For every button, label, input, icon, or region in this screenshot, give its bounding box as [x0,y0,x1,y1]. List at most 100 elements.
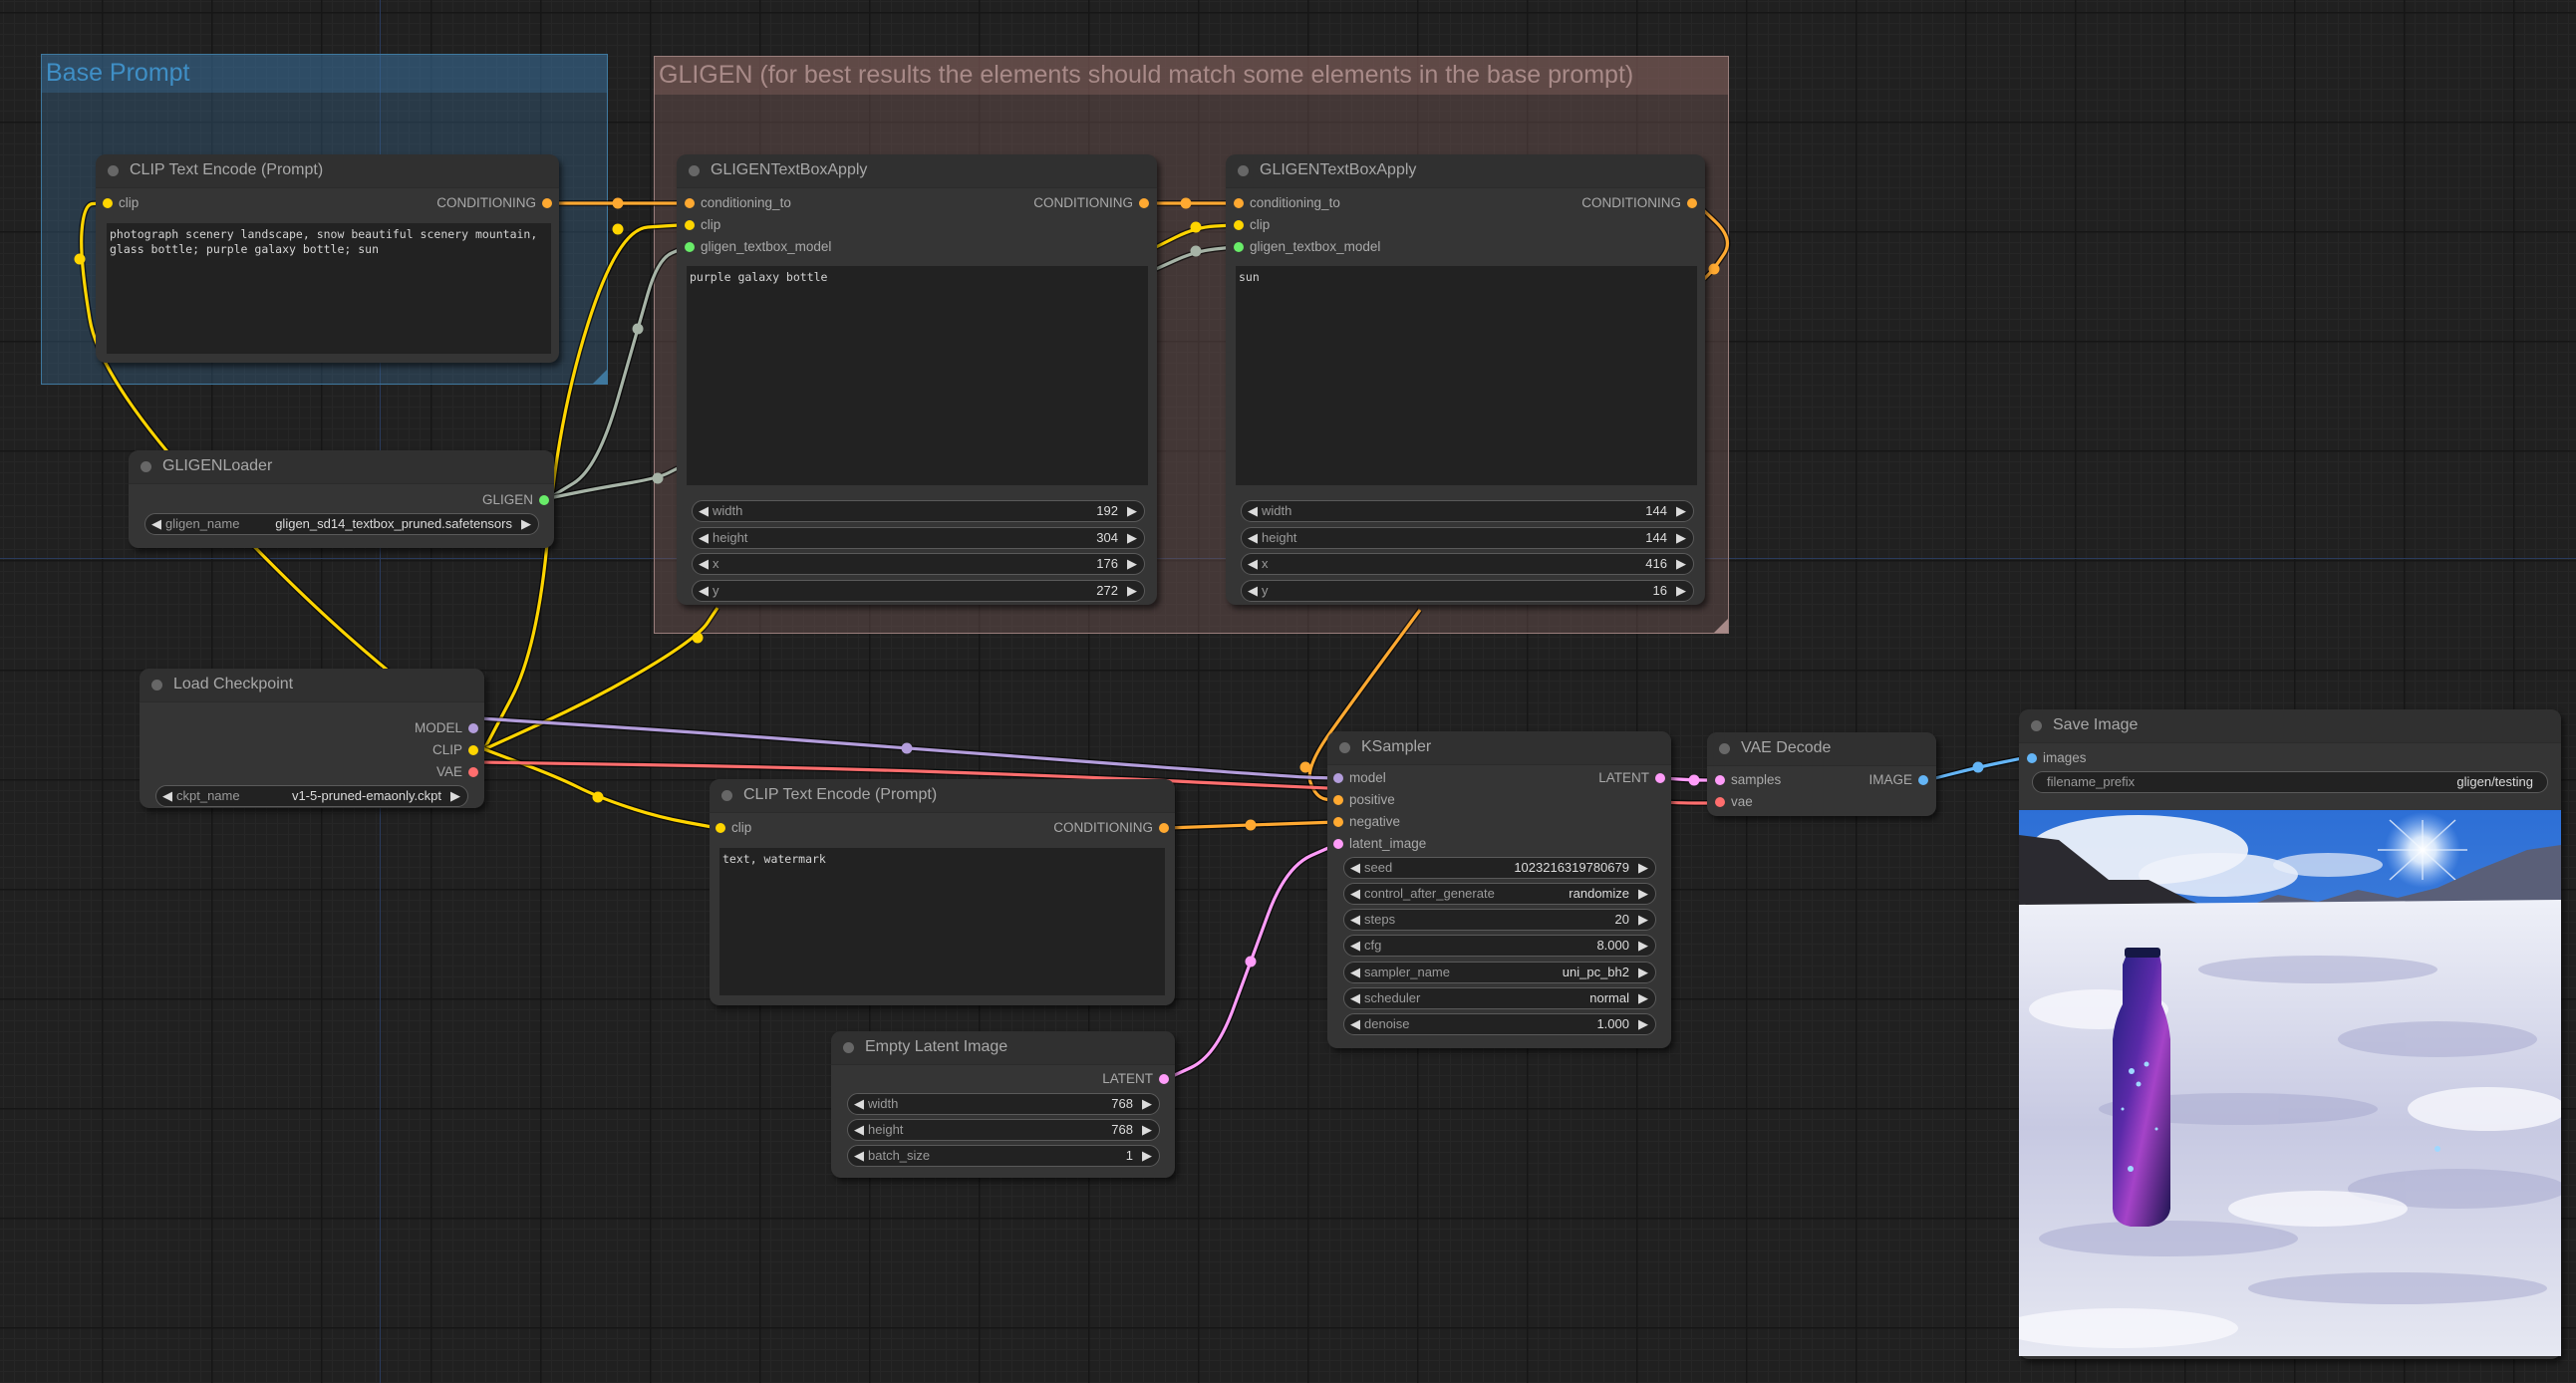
node-title-bar[interactable]: GLIGENTextBoxApply [1226,154,1705,188]
decrement-arrow-icon[interactable]: ◀ [162,786,172,805]
node-title-bar[interactable]: GLIGENLoader [129,450,554,484]
slot-dot[interactable] [1234,242,1244,252]
decrement-arrow-icon[interactable]: ◀ [1350,884,1360,903]
slot-dot[interactable] [1715,797,1725,807]
decrement-arrow-icon[interactable]: ◀ [854,1146,864,1165]
decrement-arrow-icon[interactable]: ◀ [1350,1014,1360,1033]
node-title-bar[interactable]: KSampler [1327,731,1671,765]
node-gligen-loader[interactable]: GLIGENLoader GLIGEN ◀ gligen_name gligen_s… [129,450,554,548]
increment-arrow-icon[interactable]: ▶ [1676,554,1686,573]
prompt-textarea[interactable]: photograph scenery landscape, snow beaut… [107,223,551,354]
increment-arrow-icon[interactable]: ▶ [1638,910,1648,929]
increment-arrow-icon[interactable]: ▶ [1638,963,1648,981]
increment-arrow-icon[interactable]: ▶ [450,786,460,805]
link-midpoint-handle[interactable] [592,791,604,803]
widget-width[interactable]: ◀ width 768 ▶ [847,1093,1160,1115]
collapse-toggle[interactable] [1238,165,1249,176]
link-midpoint-handle[interactable] [901,742,913,754]
increment-arrow-icon[interactable]: ▶ [1127,501,1137,520]
node-title-bar[interactable]: Save Image [2019,709,2561,743]
slot-dot[interactable] [468,745,478,755]
link-midpoint-handle[interactable] [632,323,644,335]
increment-arrow-icon[interactable]: ▶ [1638,936,1648,955]
slot-dot[interactable] [2027,753,2037,763]
slot-dot[interactable] [685,242,695,252]
node-clip-text-encode-negative[interactable]: CLIP Text Encode (Prompt) clip CONDITION… [710,779,1175,1005]
link-midpoint-handle[interactable] [692,632,704,644]
link-wire[interactable] [483,747,718,830]
widget-y[interactable]: ◀ y 16 ▶ [1241,580,1694,602]
collapse-toggle[interactable] [151,680,162,691]
slot-dot[interactable] [1234,198,1244,208]
slot-dot[interactable] [1655,773,1665,783]
link-midpoint-handle[interactable] [1245,819,1257,831]
link-wire[interactable] [1165,820,1338,830]
slot-dot[interactable] [1333,795,1343,805]
widget-steps[interactable]: ◀ steps 20 ▶ [1343,909,1656,931]
increment-arrow-icon[interactable]: ▶ [1638,884,1648,903]
widget-height[interactable]: ◀ height 144 ▶ [1241,527,1694,549]
slot-dot[interactable] [468,767,478,777]
link-condneg-to-ksampler[interactable] [1165,819,1338,831]
node-title-bar[interactable]: GLIGENTextBoxApply [677,154,1157,188]
slot-dot[interactable] [1918,775,1928,785]
widget-x[interactable]: ◀ x 416 ▶ [1241,553,1694,575]
node-title-bar[interactable]: CLIP Text Encode (Prompt) [710,779,1175,813]
link-clip-to-clip-neg[interactable] [482,746,718,831]
node-vae-decode[interactable]: VAE Decode samples vae IMAGE [1707,732,1936,816]
link-midpoint-handle[interactable] [612,223,624,235]
slot-dot[interactable] [1715,775,1725,785]
link-wire[interactable] [1926,755,2028,782]
collapse-toggle[interactable] [721,790,732,801]
decrement-arrow-icon[interactable]: ◀ [1350,910,1360,929]
increment-arrow-icon[interactable]: ▶ [1127,581,1137,600]
group-resize-handle[interactable] [593,370,607,384]
node-title-bar[interactable]: VAE Decode [1707,732,1936,766]
collapse-toggle[interactable] [141,461,151,472]
node-title-bar[interactable]: CLIP Text Encode (Prompt) [96,154,559,188]
decrement-arrow-icon[interactable]: ◀ [854,1094,864,1113]
node-ksampler[interactable]: KSampler model positive negative latent_… [1327,731,1671,1048]
increment-arrow-icon[interactable]: ▶ [1142,1146,1152,1165]
widget-gligen-name[interactable]: ◀ gligen_name gligen_sd14_textbox_pruned.s… [144,513,539,535]
decrement-arrow-icon[interactable]: ◀ [699,528,709,547]
group-title[interactable]: Base Prompt [42,55,607,93]
decrement-arrow-icon[interactable]: ◀ [1248,581,1258,600]
group-resize-handle[interactable] [1714,619,1728,633]
prompt-textarea[interactable]: text, watermark [719,848,1165,995]
widget-filename-prefix[interactable]: filename_prefix gligen/testing [2032,771,2548,793]
collapse-toggle[interactable] [843,1042,854,1053]
widget-width[interactable]: ◀ width 144 ▶ [1241,500,1694,522]
decrement-arrow-icon[interactable]: ◀ [699,581,709,600]
slot-dot[interactable] [539,495,549,505]
collapse-toggle[interactable] [1339,742,1350,753]
widget-height[interactable]: ◀ height 304 ▶ [692,527,1145,549]
widget-y[interactable]: ◀ y 272 ▶ [692,580,1145,602]
link-midpoint-handle[interactable] [1688,774,1700,786]
decrement-arrow-icon[interactable]: ◀ [151,514,161,533]
slot-dot[interactable] [1139,198,1149,208]
widget-ckpt-name[interactable]: ◀ ckpt_name v1-5-pruned-emaonly.ckpt ▶ [155,785,468,807]
widget-sampler-name[interactable]: ◀ sampler_name uni_pc_bh2 ▶ [1343,962,1656,983]
widget-batch-size[interactable]: ◀ batch_size 1 ▶ [847,1145,1160,1167]
increment-arrow-icon[interactable]: ▶ [1142,1094,1152,1113]
group-title[interactable]: GLIGEN (for best results the elements sh… [655,57,1728,95]
increment-arrow-icon[interactable]: ▶ [1638,858,1648,877]
link-midpoint-handle[interactable] [1299,761,1311,773]
node-gligen-textbox-apply-1[interactable]: GLIGENTextBoxApply conditioning_to clip … [677,154,1157,605]
slot-dot[interactable] [1159,1074,1169,1084]
link-midpoint-handle[interactable] [612,197,624,209]
increment-arrow-icon[interactable]: ▶ [1142,1120,1152,1139]
increment-arrow-icon[interactable]: ▶ [1127,528,1137,547]
slot-dot[interactable] [1234,220,1244,230]
node-clip-text-encode-positive[interactable]: CLIP Text Encode (Prompt) clip CONDITION… [96,154,559,363]
link-model-to-ksampler[interactable] [478,715,1338,781]
node-title-bar[interactable]: Empty Latent Image [831,1031,1175,1065]
slot-dot[interactable] [1333,839,1343,849]
widget-height[interactable]: ◀ height 768 ▶ [847,1119,1160,1141]
link-midpoint-handle[interactable] [1972,761,1984,773]
link-latent-to-ksampler[interactable] [1164,841,1339,1082]
slot-dot[interactable] [1333,773,1343,783]
increment-arrow-icon[interactable]: ▶ [1127,554,1137,573]
link-wire[interactable] [1165,842,1338,1081]
